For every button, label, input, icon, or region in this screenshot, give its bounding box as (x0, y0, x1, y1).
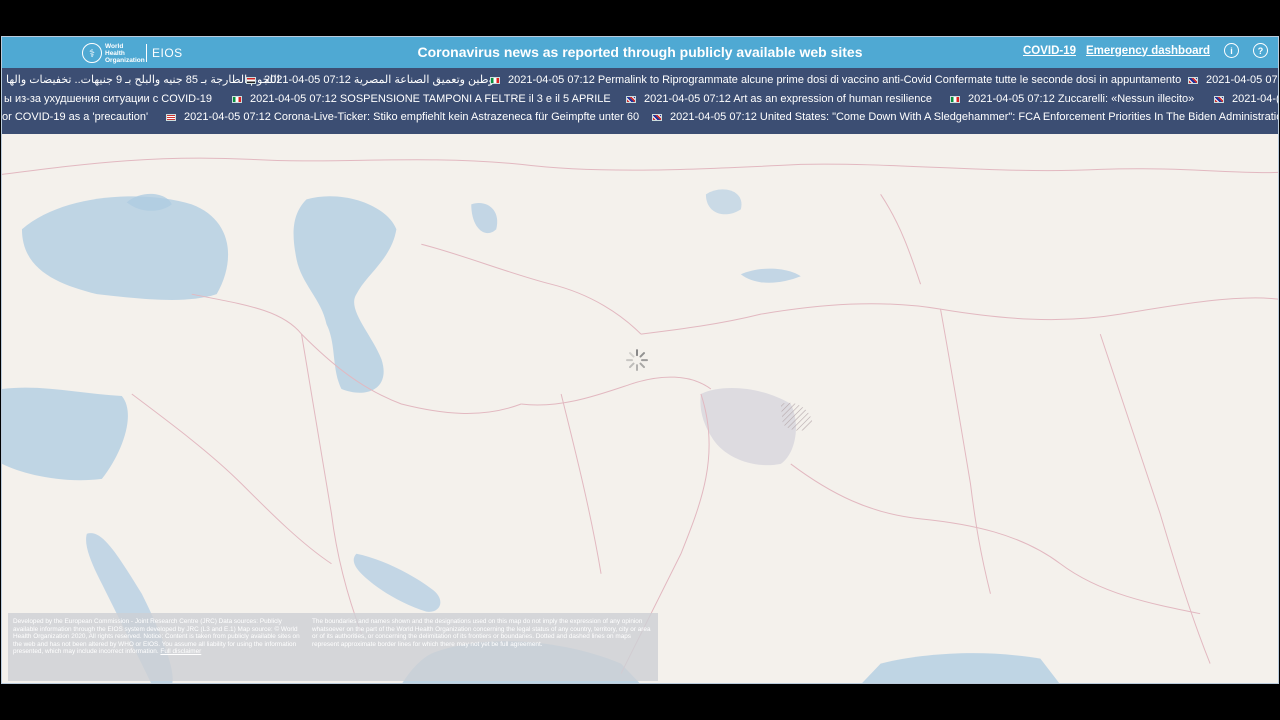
ticker-item[interactable]: 2021-04-05 07:12 United States: "Come Do… (652, 108, 1278, 126)
ticker-item[interactable]: اللجوم الطارجة بـ 85 جنيه والبلح بـ 9 جن… (6, 71, 280, 89)
ticker-item[interactable]: 2021-04-05 07:12 Permalink to Riprogramm… (490, 71, 1181, 89)
news-ticker: اللجوم الطارجة بـ 85 جنيه والبلح بـ 9 جن… (2, 68, 1278, 134)
world-map[interactable] (2, 134, 1278, 684)
full-disclaimer-link[interactable]: Full disclaimer (160, 648, 201, 655)
ticker-item[interactable]: 2021-04-05 07:12 توطين وتعميق الصناعة ال… (246, 71, 497, 89)
ticker-item[interactable]: or COVID-19 as a 'precaution' (2, 108, 148, 126)
uk-flag-icon (626, 95, 636, 103)
uk-flag-icon (1188, 76, 1198, 84)
info-icon[interactable]: i (1224, 43, 1239, 58)
header-nav: COVID-19 Emergency dashboard i ? (1023, 43, 1268, 58)
source-notice: Developed by the European Commission - J… (13, 618, 300, 656)
italy-flag-icon (490, 76, 500, 84)
egypt-flag-icon (246, 76, 256, 84)
ticker-item[interactable]: 2021-04-05 07:12 Art as an expression of… (626, 90, 932, 108)
us-flag-icon (166, 113, 176, 121)
uk-flag-icon (652, 113, 662, 121)
italy-flag-icon (232, 95, 242, 103)
ticker-item[interactable]: 2021-04-( (1214, 90, 1278, 108)
header-bar: ⚕ World Health Organization EIOS Coronav… (2, 37, 1278, 68)
ticker-item[interactable]: ы из-за ухудшения ситуации с COVID-19 (4, 90, 212, 108)
help-icon[interactable]: ? (1253, 43, 1268, 58)
italy-flag-icon (950, 95, 960, 103)
ticker-item[interactable]: 2021-04-05 07:12 Zuccarelli: «Nessun ill… (950, 90, 1194, 108)
ticker-item[interactable]: 2021-04-05 07 (1188, 71, 1278, 89)
boundaries-notice: The boundaries and names shown and the d… (312, 618, 651, 648)
app-frame: ⚕ World Health Organization EIOS Coronav… (1, 36, 1279, 684)
covid-link[interactable]: COVID-19 (1023, 45, 1076, 57)
uk-flag-icon (1214, 95, 1224, 103)
ticker-item[interactable]: 2021-04-05 07:12 Corona-Live-Ticker: Sti… (166, 108, 639, 126)
mediterranean-sea (2, 387, 128, 481)
ticker-item[interactable]: 2021-04-05 07:12 SOSPENSIONE TAMPONI A F… (232, 90, 611, 108)
map-disclaimer-panel: Developed by the European Commission - J… (8, 613, 658, 681)
emergency-dashboard-link[interactable]: Emergency dashboard (1086, 45, 1210, 57)
